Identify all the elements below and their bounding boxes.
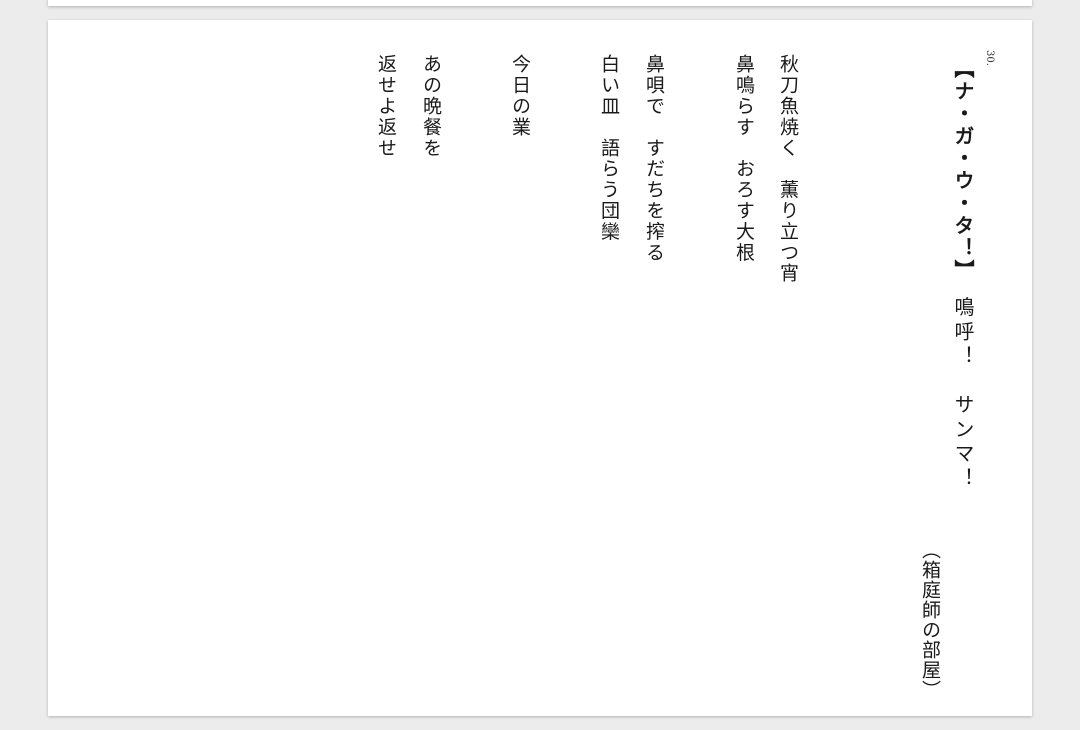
title-bracketed: 【ナ・ガ・ウ・タ！】 (951, 58, 975, 272)
poem-line-5: 今日の業 (509, 54, 531, 138)
document-page: 30. 【ナ・ガ・ウ・タ！】 鳴呼！ サンマ！ （箱庭師の部屋） 秋刀魚焼く 薫… (48, 20, 1032, 716)
previous-page-edge (48, 0, 1032, 6)
poem-line-2: 鼻鳴らす おろす大根 (733, 54, 755, 263)
poem-line-4: 白い皿 語らう団欒 (598, 54, 620, 243)
poem-line-7: 返せよ返せ (375, 54, 397, 159)
poem-line-1: 秋刀魚焼く 薫り立つ宵 (777, 54, 799, 284)
item-number: 30. (984, 50, 995, 66)
title-rest: 鳴呼！ サンマ！ (951, 272, 975, 492)
poem-line-6: あの晩餐を (420, 54, 442, 159)
poem-line-3: 鼻唄で すだちを搾る (643, 54, 665, 263)
page-title: 【ナ・ガ・ウ・タ！】 鳴呼！ サンマ！ (951, 58, 975, 492)
location-note: （箱庭師の部屋） (919, 540, 941, 700)
